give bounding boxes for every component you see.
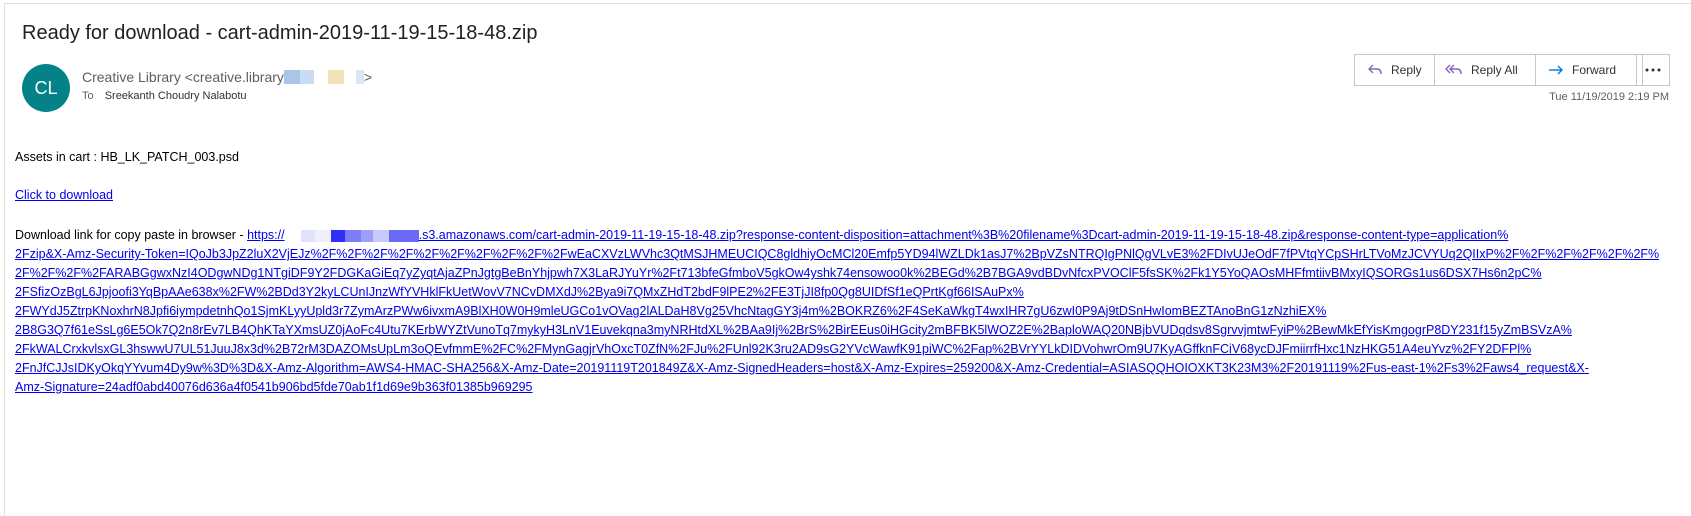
avatar[interactable]: CL [22, 64, 70, 112]
download-link-line: Download link for copy paste in browser … [15, 226, 1680, 245]
presigned-url-line[interactable]: 2Fzip&X-Amz-Security-Token=IQoJb3JpZ2luX… [15, 245, 1680, 264]
sender-name[interactable]: Creative Library <creative.library [82, 69, 284, 85]
download-link-paragraph: Download link for copy paste in browser … [15, 226, 1680, 397]
assets-line: Assets in cart : HB_LK_PATCH_003.psd [15, 150, 239, 164]
reply-all-icon [1445, 64, 1462, 75]
redaction-block [299, 70, 314, 84]
redaction-block [355, 70, 364, 84]
recipient-name[interactable]: Sreekanth Choudry Nalabotu [105, 90, 247, 102]
redaction-block [300, 229, 315, 242]
redaction-block [314, 229, 331, 242]
redaction-block [284, 229, 301, 242]
presigned-url-line[interactable]: 2FkWALCrxkvlsxGL3hswwU7UL51JuuJ8x3d%2B72… [15, 340, 1680, 359]
redaction-block [283, 70, 300, 84]
ellipsis-icon [1645, 68, 1661, 72]
redaction-block [344, 229, 361, 242]
reply-button[interactable]: Reply [1354, 54, 1435, 86]
reply-all-button[interactable]: Reply All [1435, 54, 1536, 86]
message-actions: Reply Reply All Forward [1354, 54, 1643, 86]
presigned-url-line[interactable]: Amz-Signature=24adf0abd40076d636a4f0541b… [15, 378, 1680, 397]
to-label: To [82, 90, 94, 102]
reply-icon [1368, 64, 1382, 75]
recipient-row: To Sreekanth Choudry Nalabotu [82, 90, 247, 102]
reply-all-label: Reply All [1471, 63, 1518, 77]
redaction-block [327, 70, 344, 84]
copy-prefix: Download link for copy paste in browser … [15, 228, 248, 242]
reply-label: Reply [1391, 63, 1422, 77]
forward-button[interactable]: Forward [1536, 54, 1643, 86]
redaction-block [372, 229, 389, 242]
forward-label: Forward [1572, 63, 1617, 77]
email-subject: Ready for download - cart-admin-2019-11-… [22, 22, 538, 44]
click-to-download-link[interactable]: Click to download [15, 188, 113, 202]
forward-arrow-icon [1549, 65, 1563, 75]
redaction-block [388, 229, 419, 242]
received-timestamp: Tue 11/19/2019 2:19 PM [1549, 91, 1669, 103]
presigned-url-start[interactable]: https:// [247, 228, 285, 242]
presigned-url-host[interactable]: .s3.amazonaws.com/cart-admin-2019-11-19-… [419, 228, 1509, 242]
avatar-initials: CL [34, 77, 58, 98]
presigned-url-line[interactable]: 2FnJfCJJsIDKyOkqYYvum4Dy9w%3D%3D&X-Amz-A… [15, 359, 1680, 378]
redaction-block [313, 70, 328, 84]
sender[interactable]: Creative Library <creative.library > [82, 69, 372, 85]
more-actions-button[interactable] [1636, 54, 1670, 86]
redaction-block [343, 70, 356, 84]
sender-suffix: > [363, 69, 373, 85]
presigned-url-line[interactable]: 2B8G3Q7f61eSsLg6E5Ok7Q2n8rEv7LB4QhKTaYXm… [15, 321, 1680, 340]
presigned-url-line[interactable]: 2FSfizOzBgL6Jpjoofi3YqBpAAe638x%2FW%2BDd… [15, 283, 1680, 302]
redaction-block [360, 229, 373, 242]
presigned-url-line[interactable]: 2F%2F%2F%2FARABGgwxNzI4ODgwNDg1NTgiDF9Y2… [15, 264, 1680, 283]
presigned-url-line[interactable]: 2FWYdJ5ZtrpKNoxhrN8Jpfi6iympdetnhQo1SjmK… [15, 302, 1680, 321]
redaction-block [330, 229, 345, 242]
